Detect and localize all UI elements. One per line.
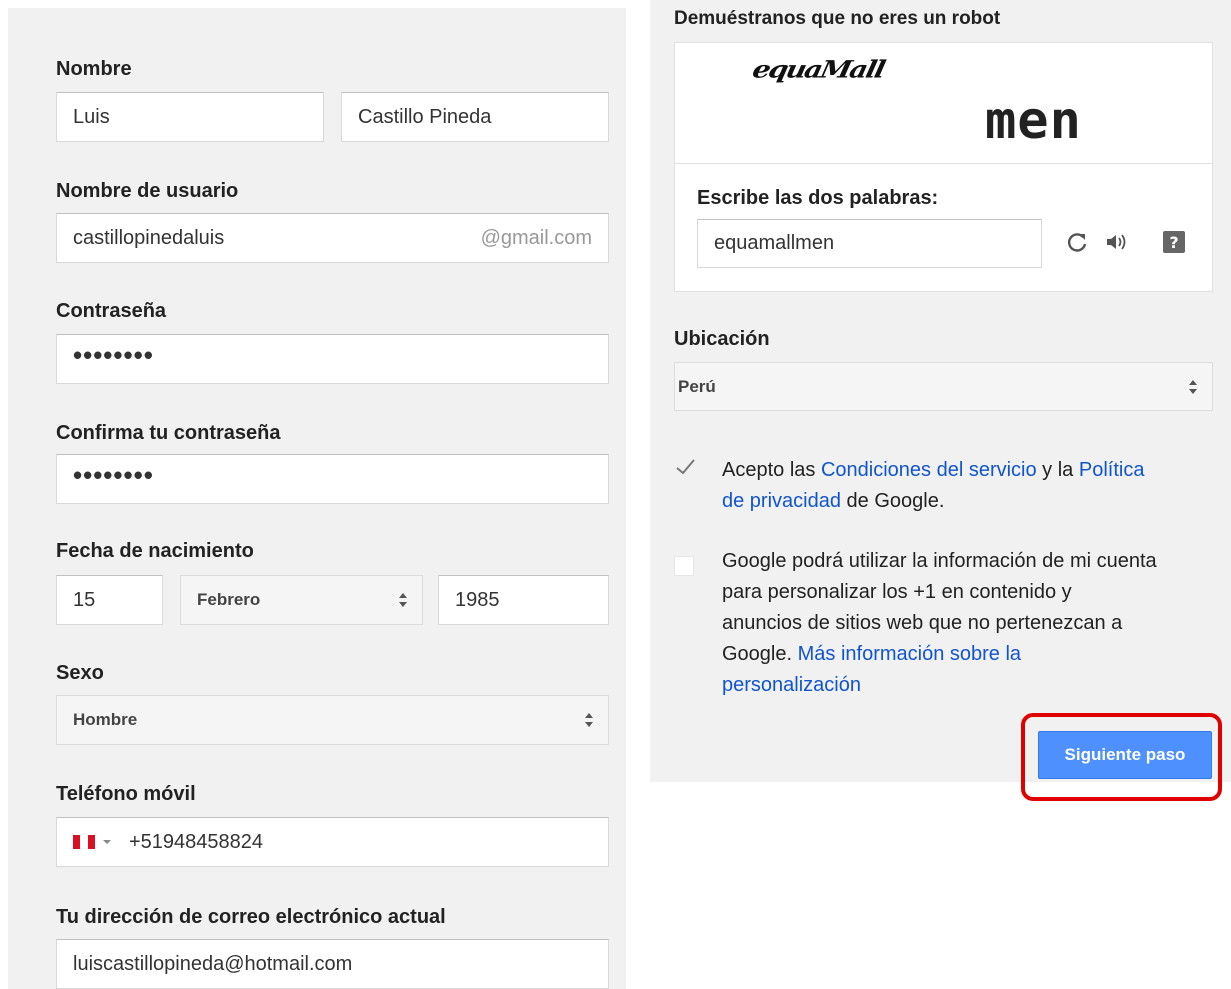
select-arrows-icon xyxy=(585,713,593,727)
privacy-policy-link-cont[interactable]: de privacidad xyxy=(722,490,841,512)
personalization-text: Google podrá utilizar la información de … xyxy=(722,546,1222,701)
terms-suffix: de Google. xyxy=(840,490,945,512)
location-select[interactable]: Perú xyxy=(674,362,1213,411)
password-masked: •••••••• xyxy=(73,340,154,370)
last-name-value: Castillo Pineda xyxy=(358,105,492,128)
next-step-button[interactable]: Siguiente paso xyxy=(1038,731,1212,779)
birth-month-value: Febrero xyxy=(197,590,261,609)
captcha-input[interactable]: equamallmen xyxy=(697,219,1042,268)
captcha-word-1: equaMall xyxy=(750,55,887,84)
confirm-password-input[interactable]: •••••••• xyxy=(56,454,609,504)
personalization-line-4: Google. xyxy=(722,643,798,665)
last-name-input[interactable]: Castillo Pineda xyxy=(341,92,609,142)
captcha-value: equamallmen xyxy=(714,232,835,254)
location-value: Perú xyxy=(678,376,716,396)
personalization-checkbox[interactable] xyxy=(674,556,694,576)
svg-text:?: ? xyxy=(1169,233,1178,252)
birthdate-label: Fecha de nacimiento xyxy=(56,540,254,562)
captcha-title: Demuéstranos que no eres un robot xyxy=(674,8,1001,29)
first-name-input[interactable]: Luis xyxy=(56,92,324,142)
captcha-prompt: Escribe las dos palabras: xyxy=(697,187,939,209)
birth-day-value: 15 xyxy=(73,588,96,611)
mobile-phone-input[interactable]: +51948458824 xyxy=(56,817,609,867)
mobile-phone-label: Teléfono móvil xyxy=(56,783,196,805)
gmail-suffix: @gmail.com xyxy=(480,226,592,249)
confirm-password-label: Confirma tu contraseña xyxy=(56,422,281,444)
select-arrows-icon xyxy=(399,593,407,607)
terms-checkbox[interactable] xyxy=(674,456,696,478)
username-label: Nombre de usuario xyxy=(56,180,239,202)
personalization-info-link-cont[interactable]: personalización xyxy=(722,674,861,696)
location-label: Ubicación xyxy=(674,328,770,350)
privacy-policy-link[interactable]: Política xyxy=(1079,459,1145,481)
password-label: Contraseña xyxy=(56,300,167,322)
audio-icon[interactable] xyxy=(1105,232,1127,252)
mobile-phone-value: +51948458824 xyxy=(129,830,264,853)
birth-day-input[interactable]: 15 xyxy=(56,575,163,625)
current-email-label: Tu dirección de correo electrónico actua… xyxy=(56,906,446,928)
help-icon[interactable]: ? xyxy=(1163,231,1185,253)
birth-year-value: 1985 xyxy=(455,588,500,611)
personalization-line-2: para personalizar los +1 en contenido y xyxy=(722,581,1072,603)
terms-middle: y la xyxy=(1036,459,1079,481)
terms-of-service-link[interactable]: Condiciones del servicio xyxy=(821,459,1037,481)
gender-value: Hombre xyxy=(73,710,138,729)
personalization-line-3: anuncios de sitios web que no pertenezca… xyxy=(722,612,1123,634)
personalization-line-1: Google podrá utilizar la información de … xyxy=(722,550,1157,572)
captcha-image: equaMall men xyxy=(675,43,1212,164)
peru-flag-icon xyxy=(73,835,95,849)
username-value: castillopinedaluis xyxy=(73,226,225,249)
confirm-password-masked: •••••••• xyxy=(73,460,154,490)
current-email-input[interactable]: luiscastillopineda@hotmail.com xyxy=(56,939,609,989)
birth-month-select[interactable]: Febrero xyxy=(180,575,423,625)
gender-label: Sexo xyxy=(56,662,104,684)
select-arrows-icon xyxy=(1189,379,1197,394)
username-input[interactable]: castillopinedaluis @gmail.com xyxy=(56,213,609,263)
password-input[interactable]: •••••••• xyxy=(56,334,609,384)
checkmark-icon xyxy=(676,459,695,475)
first-name-value: Luis xyxy=(73,105,110,128)
personalization-info-link[interactable]: Más información sobre la xyxy=(798,643,1021,665)
captcha-word-2: men xyxy=(985,91,1082,151)
name-label: Nombre xyxy=(56,58,132,80)
current-email-value: luiscastillopineda@hotmail.com xyxy=(73,952,353,975)
gender-select[interactable]: Hombre xyxy=(56,695,609,745)
terms-prefix: Acepto las xyxy=(722,459,821,481)
birth-year-input[interactable]: 1985 xyxy=(438,575,609,625)
chevron-down-icon xyxy=(103,840,111,844)
refresh-icon[interactable] xyxy=(1066,231,1088,253)
country-selector[interactable] xyxy=(73,835,113,849)
terms-text: Acepto las Condiciones del servicio y la… xyxy=(722,455,1212,517)
